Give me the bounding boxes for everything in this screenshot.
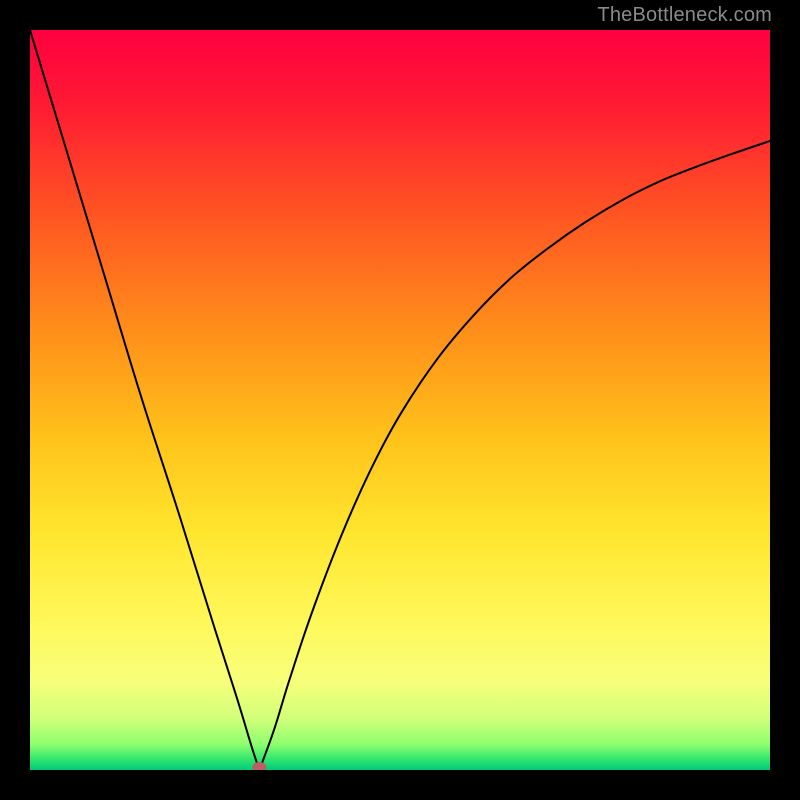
plot-area	[30, 30, 770, 770]
attribution-text: TheBottleneck.com	[597, 4, 772, 27]
gradient-background	[30, 30, 770, 770]
chart-svg	[30, 30, 770, 770]
chart-frame: TheBottleneck.com	[0, 0, 800, 800]
